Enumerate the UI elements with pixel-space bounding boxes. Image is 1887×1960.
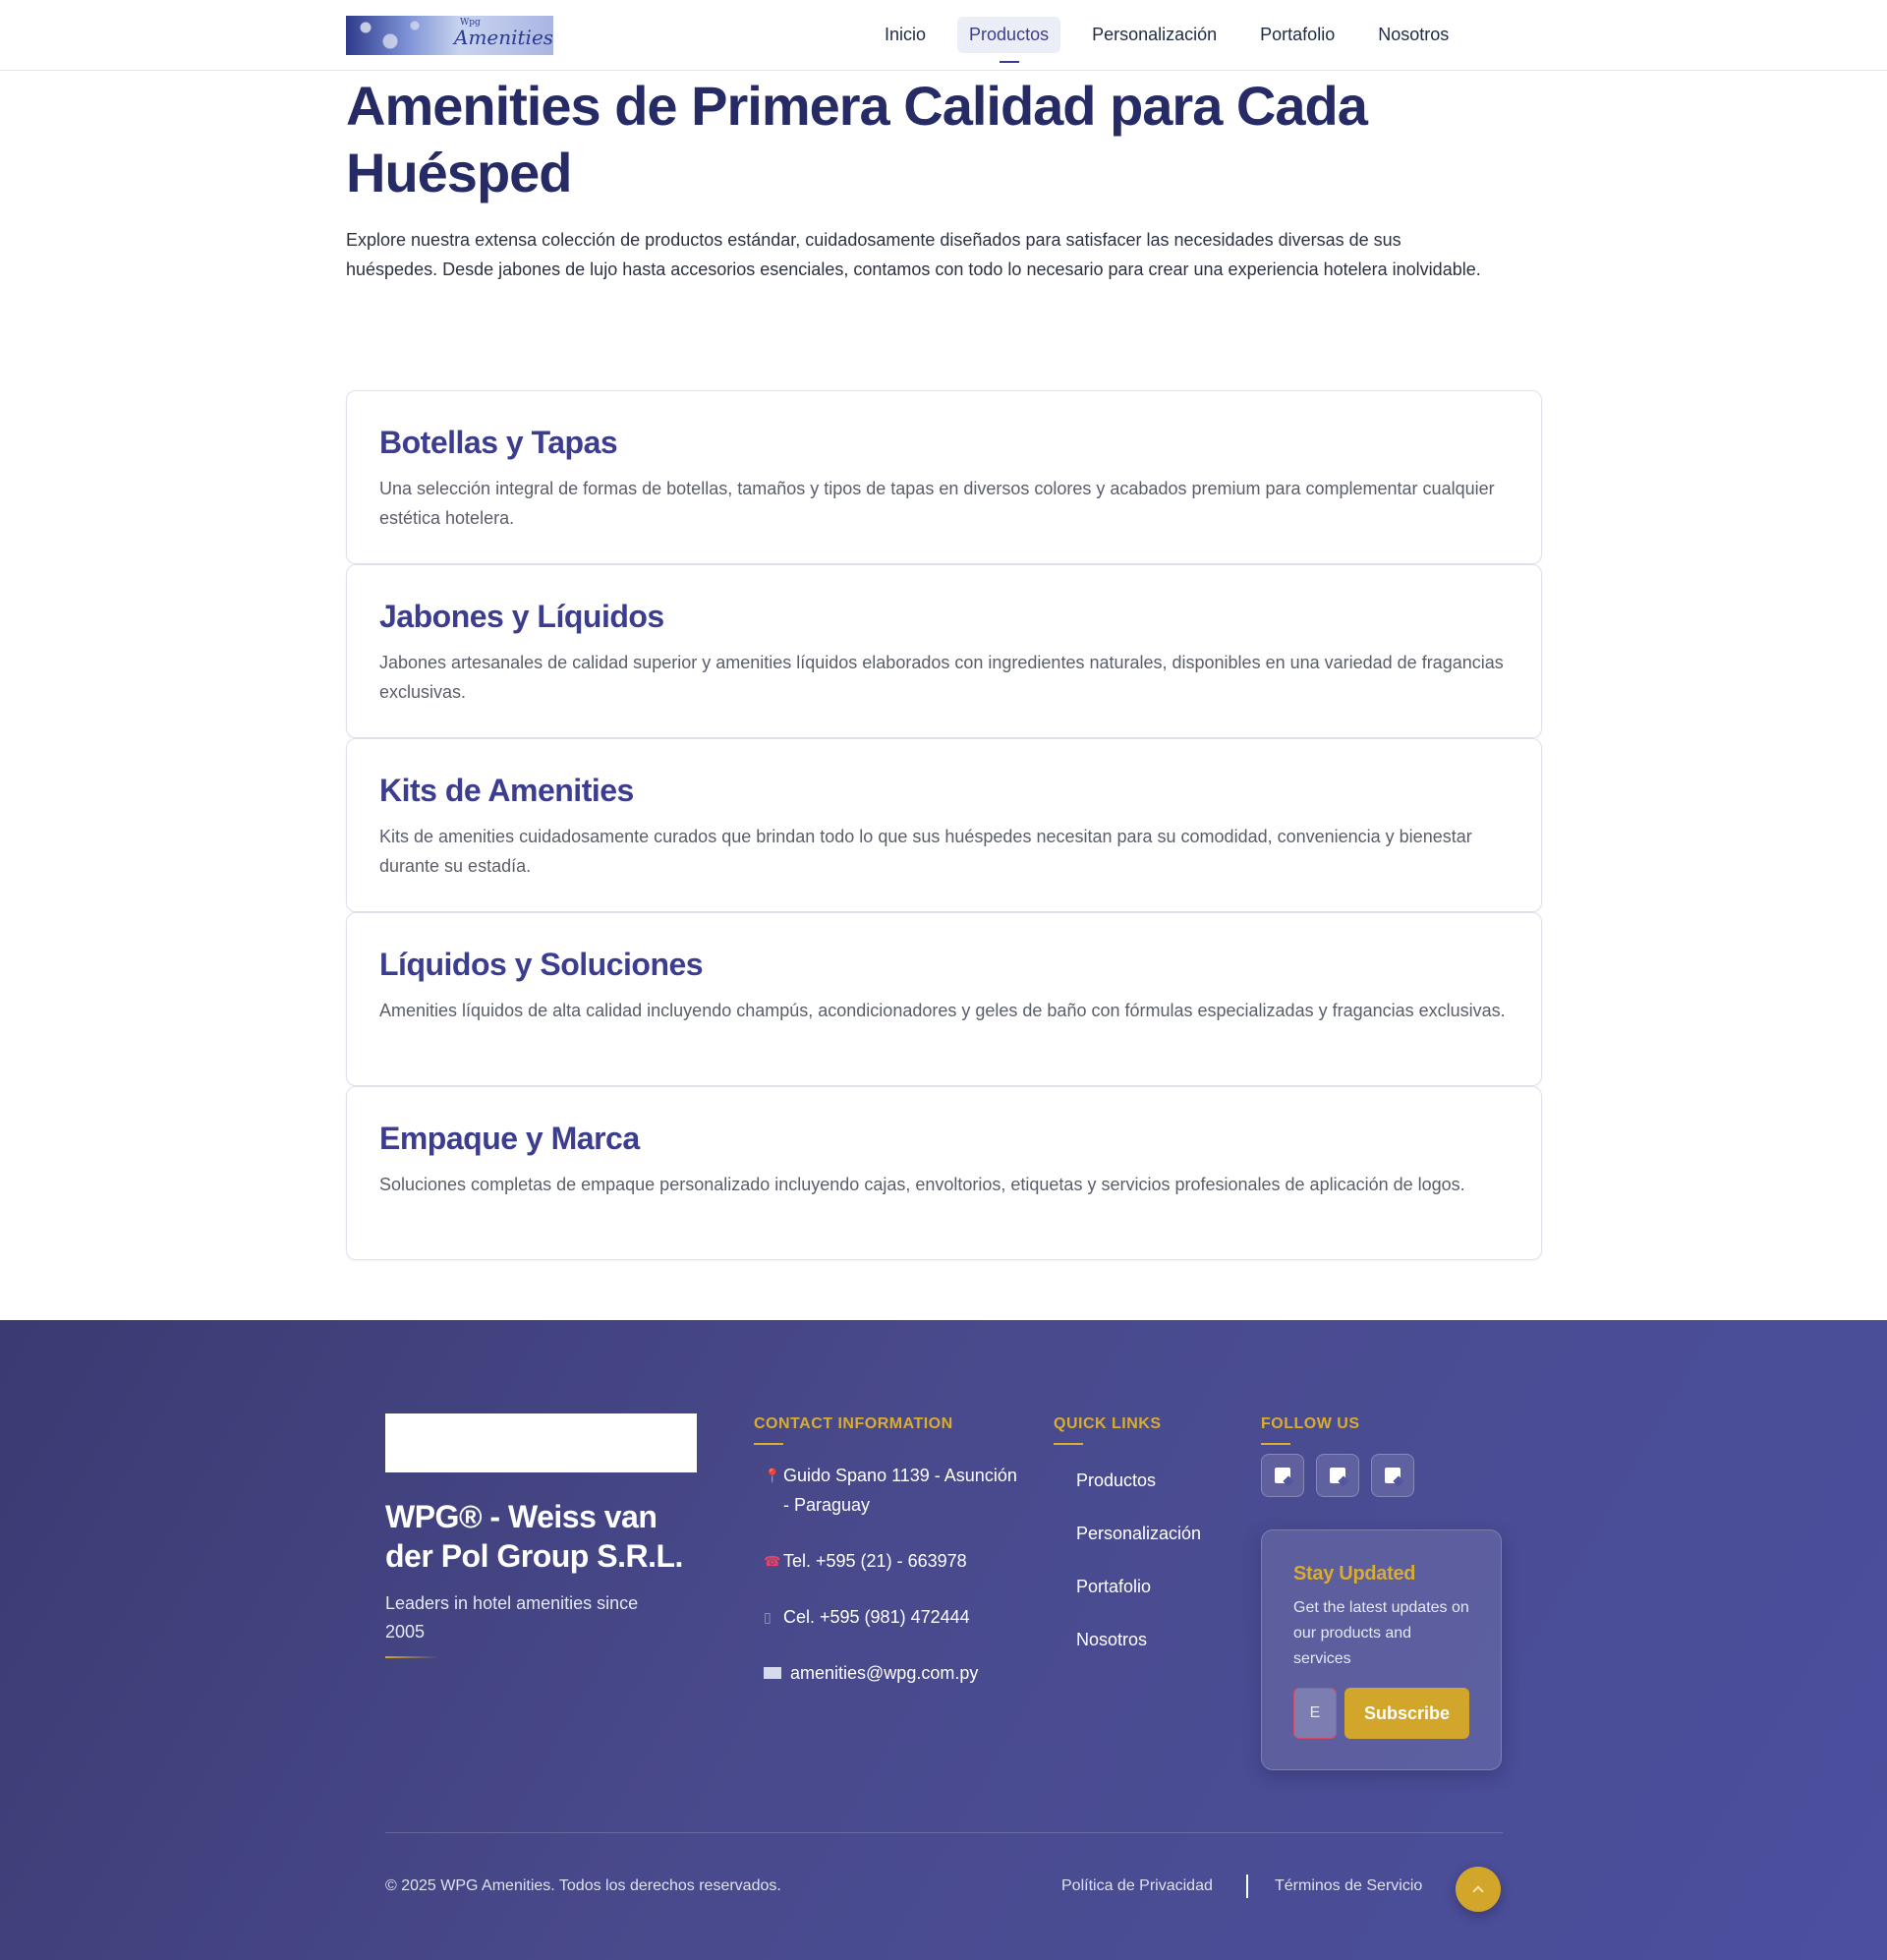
footer-divider [385,1832,1503,1833]
category-title: Kits de Amenities [379,773,634,808]
quick-link-productos[interactable]: Productos [1054,1466,1201,1519]
newsletter-text: Get the latest updates on our products a… [1293,1599,1469,1667]
category-description: Jabones artesanales de calidad superior … [379,653,1504,702]
nav-portafolio[interactable]: Portafolio [1248,17,1346,53]
footer-logo [385,1413,697,1472]
page-title: Amenities de Primera Calidad para Cada H… [346,75,1368,203]
mobile-icon: ▯ [764,1609,772,1625]
chevron-up-icon [1472,1885,1484,1897]
privacy-link[interactable]: Política de Privacidad [1061,1877,1213,1895]
social-links [1261,1454,1414,1497]
social-icon [1275,1468,1290,1483]
logo-text: Amenities [454,26,553,49]
contact-mobile[interactable]: ▯ Cel. +595 (981) 472444 [754,1602,1019,1632]
category-description: Una selección integral de formas de bote… [379,479,1495,528]
nav-inicio[interactable]: Inicio [873,17,938,53]
newsletter-email-input[interactable] [1293,1688,1337,1739]
email-text: amenities@wpg.com.py [790,1663,979,1683]
social-link-3[interactable] [1371,1454,1414,1497]
quick-links-heading: QUICK LINKS [1054,1415,1162,1445]
category-card-kits[interactable]: Kits de Amenities Kits de amenities cuid… [346,738,1542,912]
category-description: Soluciones completas de empaque personal… [379,1175,1465,1194]
location-pin-icon: 📍 [764,1468,781,1483]
logo-bubbles [346,16,434,55]
page-intro: Explore nuestra extensa colección de pro… [346,230,1481,279]
category-card-liquidos[interactable]: Líquidos y Soluciones Amenities líquidos… [346,912,1542,1086]
newsletter-title: Stay Updated [1293,1563,1416,1585]
nav-nosotros[interactable]: Nosotros [1366,17,1460,53]
footer-tagline: Leaders in hotel amenities since 2005 [385,1593,639,1642]
category-title: Botellas y Tapas [379,425,618,460]
site-footer: WPG® - Weiss van der Pol Group S.R.L. Le… [0,1320,1887,1960]
footer-company-name: WPG® - Weiss van der Pol Group S.R.L. [385,1499,683,1574]
nav-productos[interactable]: Productos [957,17,1061,63]
contact-email[interactable]: amenities@wpg.com.py [754,1658,1019,1689]
subscribe-button[interactable]: Subscribe [1344,1688,1469,1739]
contact-heading: CONTACT INFORMATION [754,1415,953,1445]
category-list: Botellas y Tapas Una selección integral … [346,390,1542,1260]
category-title: Líquidos y Soluciones [379,947,704,982]
copyright-text: © 2025 WPG Amenities. Todos los derechos… [385,1877,781,1894]
phone-text: Tel. +595 (21) - 663978 [783,1551,967,1571]
social-icon [1385,1468,1401,1483]
terms-link[interactable]: Términos de Servicio [1275,1877,1422,1895]
category-card-empaque[interactable]: Empaque y Marca Soluciones completas de … [346,1086,1542,1260]
contact-address: 📍 Guido Spano 1139 - Asunción - Paraguay [754,1461,1019,1520]
category-description: Amenities líquidos de alta calidad inclu… [379,1001,1506,1020]
footer-accent-line [385,1656,439,1658]
main-nav: Inicio Productos Personalización Portafo… [873,17,1460,63]
category-card-botellas[interactable]: Botellas y Tapas Una selección integral … [346,390,1542,564]
mobile-text: Cel. +595 (981) 472444 [783,1607,970,1627]
address-text: Guido Spano 1139 - Asunción - Paraguay [783,1466,1017,1515]
legal-separator [1246,1874,1248,1898]
envelope-icon [754,1658,783,1689]
social-icon [1330,1468,1345,1483]
quick-links: Productos Personalización Portafolio Nos… [1054,1466,1201,1678]
quick-link-nosotros[interactable]: Nosotros [1054,1625,1201,1678]
social-link-2[interactable] [1316,1454,1359,1497]
quick-link-personalizacion[interactable]: Personalización [1054,1519,1201,1572]
newsletter-box: Stay Updated Get the latest updates on o… [1261,1529,1502,1770]
back-to-top-button[interactable] [1456,1867,1501,1912]
phone-icon: ☎ [764,1553,781,1569]
category-title: Empaque y Marca [379,1121,640,1156]
contact-info: 📍 Guido Spano 1139 - Asunción - Paraguay… [754,1461,1019,1715]
social-link-1[interactable] [1261,1454,1304,1497]
category-title: Jabones y Líquidos [379,599,664,634]
nav-personalizacion[interactable]: Personalización [1080,17,1229,53]
quick-link-portafolio[interactable]: Portafolio [1054,1572,1201,1625]
site-logo[interactable]: Wpg Amenities [346,16,553,55]
newsletter-form: Subscribe [1293,1688,1469,1739]
contact-phone[interactable]: ☎ Tel. +595 (21) - 663978 [754,1546,1019,1576]
category-description: Kits de amenities cuidadosamente curados… [379,827,1472,876]
category-card-jabones[interactable]: Jabones y Líquidos Jabones artesanales d… [346,564,1542,738]
follow-heading: FOLLOW US [1261,1415,1360,1445]
site-header: Wpg Amenities Inicio Productos Personali… [0,0,1887,71]
